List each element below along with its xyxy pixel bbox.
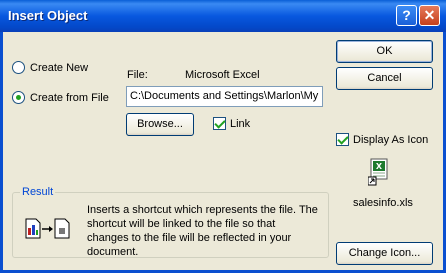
create-from-file-radio[interactable]: [12, 91, 25, 104]
create-new-option[interactable]: Create New: [12, 61, 88, 74]
cancel-button[interactable]: Cancel: [336, 67, 433, 90]
change-icon-button[interactable]: Change Icon...: [336, 242, 433, 265]
excel-file-icon: X: [368, 158, 388, 186]
create-from-file-option[interactable]: Create from File: [12, 91, 109, 104]
ok-button[interactable]: OK: [336, 40, 433, 63]
file-path-input[interactable]: C:\Documents and Settings\Marlon\My: [126, 86, 323, 107]
display-as-icon-option[interactable]: Display As Icon: [336, 133, 428, 146]
display-as-icon-label: Display As Icon: [353, 133, 429, 146]
display-as-icon-checkbox[interactable]: [336, 133, 349, 146]
create-from-file-label: Create from File: [30, 91, 109, 104]
svg-text:X: X: [376, 162, 383, 171]
file-type: Microsoft Excel: [185, 69, 260, 81]
help-button[interactable]: ?: [396, 5, 417, 26]
link-option[interactable]: Link: [213, 117, 250, 130]
link-document-icon: [25, 218, 70, 239]
title-bar[interactable]: Insert Object ? ✕: [0, 0, 446, 32]
create-new-label: Create New: [30, 61, 89, 74]
file-label: File:: [127, 69, 148, 81]
close-button[interactable]: ✕: [419, 5, 440, 26]
link-label: Link: [230, 117, 251, 130]
link-checkbox[interactable]: [213, 117, 226, 130]
result-description: Inserts a shortcut which represents the …: [87, 204, 318, 258]
icon-caption: salesinfo.xls: [353, 197, 413, 209]
create-new-radio[interactable]: [12, 61, 25, 74]
result-legend: Result: [20, 186, 56, 198]
browse-button[interactable]: Browse...: [126, 113, 194, 136]
window-title: Insert Object: [8, 8, 88, 23]
